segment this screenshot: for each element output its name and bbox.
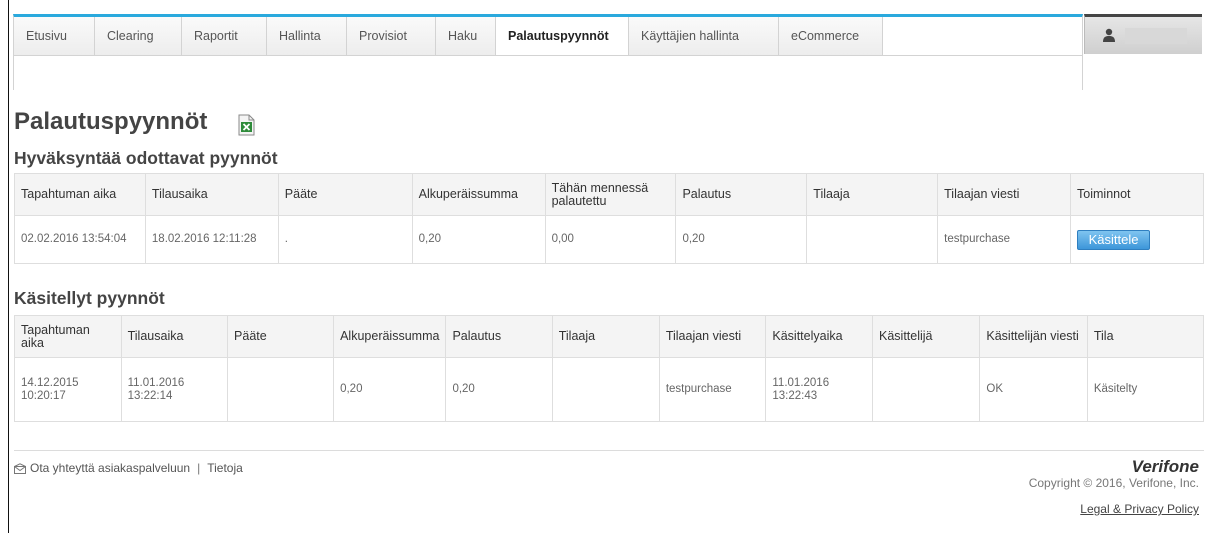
cell-kasittelija [872,357,981,422]
cell-kasittelijan-viesti: OK [979,357,1088,422]
cell-tilausaika: 18.02.2016 12:11:28 [144,215,279,264]
info-link[interactable]: Tietoja [207,461,243,475]
cell-viesti: testpurchase [658,357,767,422]
cell-paate: . [277,215,413,264]
column-header[interactable]: Käsittelyaika [765,315,874,358]
footer-separator: | [197,461,201,475]
cell-palautettu: 0,00 [544,215,677,264]
column-header[interactable]: Tilausaika [144,173,279,216]
pending-section-title: Hyväksyntää odottavat pyynnöt [14,148,278,168]
cell-alkuperaissumma: 0,20 [333,357,447,422]
table-row: 14.12.2015 10:20:17 11.01.2016 13:22:14 … [14,357,1205,422]
processed-requests-table: Tapahtuman aika Tilausaika Pääte Alkuper… [14,315,1205,422]
column-header[interactable]: Käsittelijä [872,315,981,358]
table-header-row: Tapahtuman aika Tilausaika Pääte Alkuper… [14,173,1204,216]
column-header[interactable]: Tapahtuman aika [14,315,122,358]
cell-paate [227,357,335,422]
cell-kasittelyaika: 11.01.2016 13:22:43 [765,357,874,422]
user-name-redacted [1125,28,1187,44]
column-header[interactable]: Tilaajan viesti [658,315,767,358]
cell-viesti: testpurchase [937,215,1072,264]
cell-tilaaja [551,357,660,422]
footer-divider [14,450,1204,451]
tab-bar: Etusivu Clearing Raportit Hallinta Provi… [13,14,1083,90]
column-header[interactable]: Pääte [227,315,335,358]
column-header[interactable]: Tila [1086,315,1205,358]
tab-clearing[interactable]: Clearing [95,17,182,55]
cell-toiminnot: Käsittele [1070,215,1204,264]
column-header[interactable]: Käsittelijän viesti [979,315,1088,358]
tab-raportit[interactable]: Raportit [182,17,267,55]
verifone-logo: Verifone [1131,457,1199,476]
user-icon [1103,28,1115,42]
window-edge [8,0,9,533]
kasittele-button[interactable]: Käsittele [1077,229,1151,250]
column-header[interactable]: Pääte [277,173,413,216]
tab-list: Etusivu Clearing Raportit Hallinta Provi… [14,17,883,55]
copyright-text: Copyright © 2016, Verifone, Inc. [1028,476,1199,490]
excel-icon[interactable] [236,114,256,136]
tab-hallinta[interactable]: Hallinta [267,17,347,55]
column-header[interactable]: Alkuperäissumma [333,315,447,358]
cell-palautus: 0,20 [675,215,808,264]
contact-link[interactable]: Ota yhteyttä asiakaspalveluun [30,461,190,475]
top-navigation: Etusivu Clearing Raportit Hallinta Provi… [13,14,1203,90]
processed-section-title: Käsitellyt pyynnöt [14,288,165,308]
user-menu[interactable] [1084,14,1202,54]
cell-palautus: 0,20 [445,357,553,422]
tab-haku[interactable]: Haku [436,17,496,55]
table-row: 02.02.2016 13:54:04 18.02.2016 12:11:28 … [14,215,1204,264]
column-header[interactable]: Palautus [445,315,553,358]
column-header[interactable]: Tilaajan viesti [937,173,1072,216]
tab-etusivu[interactable]: Etusivu [14,17,95,55]
sub-navigation [14,55,1082,90]
cell-alkuperaissumma: 0,20 [411,215,546,264]
column-header[interactable]: Tilausaika [120,315,229,358]
cell-tilausaika: 11.01.2016 13:22:14 [120,357,229,422]
column-header[interactable]: Toiminnot [1070,173,1204,216]
cell-tila: Käsitelty [1086,357,1205,422]
column-header[interactable]: Tapahtuman aika [14,173,146,216]
column-header[interactable]: Tähän mennessä palautettu [544,173,677,216]
column-header[interactable]: Tilaaja [806,173,939,216]
message-icon [14,462,26,474]
tab-palautuspyynnot[interactable]: Palautuspyynnöt [496,17,629,55]
tab-provisiot[interactable]: Provisiot [347,17,436,55]
table-header-row: Tapahtuman aika Tilausaika Pääte Alkuper… [14,315,1205,358]
cell-tapahtuman-aika: 14.12.2015 10:20:17 [14,357,122,422]
cell-tapahtuman-aika: 02.02.2016 13:54:04 [14,215,146,264]
column-header[interactable]: Tilaaja [551,315,660,358]
column-header[interactable]: Palautus [675,173,808,216]
tab-kayttajien-hallinta[interactable]: Käyttäjien hallinta [629,17,779,55]
cell-tilaaja [806,215,939,264]
pending-requests-table: Tapahtuman aika Tilausaika Pääte Alkuper… [14,173,1204,264]
legal-privacy-link[interactable]: Legal & Privacy Policy [1080,502,1199,516]
page-title: Palautuspyynnöt [14,108,208,135]
tab-ecommerce[interactable]: eCommerce [779,17,883,55]
footer-links: Ota yhteyttä asiakaspalveluun | Tietoja [14,461,243,475]
column-header[interactable]: Alkuperäissumma [411,173,546,216]
